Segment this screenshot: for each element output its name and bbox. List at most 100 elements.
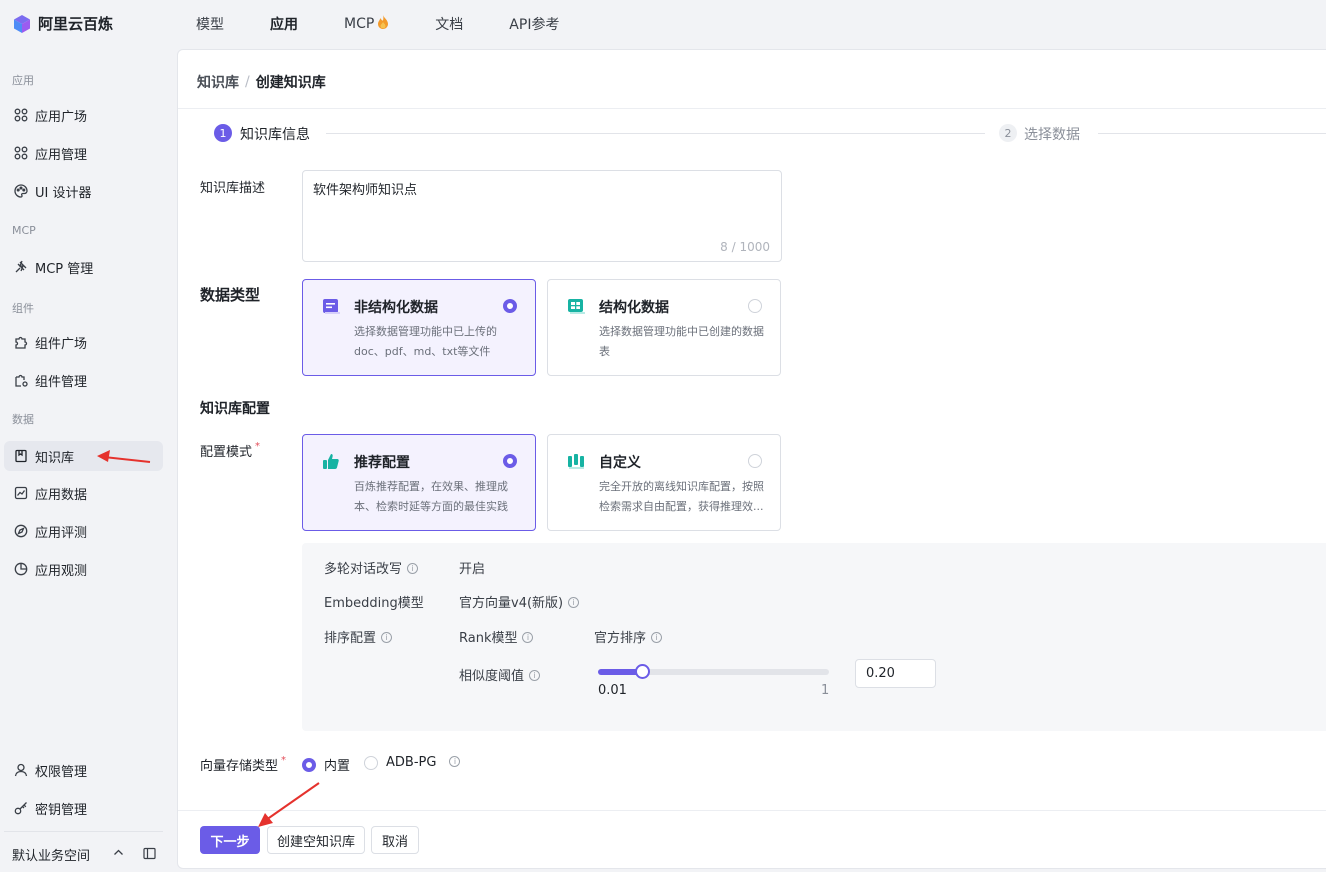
sidebar-item-comp-market[interactable]: 组件广场 — [4, 327, 163, 357]
nav-api[interactable]: API参考 — [509, 14, 559, 34]
data-type-unstructured-card[interactable]: 非结构化数据 选择数据管理功能中已上传的doc、pdf、md、txt等文件 — [302, 279, 536, 376]
bailian-logo-icon — [12, 14, 32, 34]
sidebar-collapse-icon[interactable] — [143, 847, 156, 864]
sidebar-item-label: 应用观测 — [35, 563, 88, 579]
embedding-label: Embedding模型 — [324, 596, 424, 611]
multi-turn-label-text: 多轮对话改写 — [324, 562, 403, 577]
step-indicator: 1 知识库信息 2 选择数据 — [214, 123, 1326, 143]
vector-store-label-text: 向量存储类型 — [200, 759, 279, 774]
similarity-input[interactable]: 0.20 — [855, 659, 936, 688]
breadcrumb-parent[interactable]: 知识库 — [197, 72, 239, 92]
config-mode-custom-card[interactable]: 自定义 完全开放的离线知识库配置，按照检索需求自由配置，获得推理效... — [547, 434, 781, 531]
slider-max-label: 1 — [821, 683, 830, 698]
info-icon[interactable]: i — [407, 563, 419, 574]
vector-store-adb-pg[interactable]: ADB-PG i — [364, 755, 461, 770]
multi-turn-label: 多轮对话改写 i — [324, 558, 419, 577]
sidebar-divider — [4, 831, 163, 832]
nav-app-label: 应用 — [270, 17, 298, 33]
nav-app[interactable]: 应用 — [270, 14, 298, 34]
multi-turn-value: 开启 — [459, 562, 486, 577]
sidebar-item-label: 应用管理 — [35, 147, 88, 163]
next-step-button[interactable]: 下一步 — [200, 826, 260, 854]
cancel-button[interactable]: 取消 — [371, 826, 419, 854]
step-connector-end — [1098, 133, 1326, 134]
card-title: 非结构化数据 — [354, 300, 438, 316]
vector-store-builtin[interactable]: 内置 — [302, 755, 350, 774]
radio-unselected[interactable] — [364, 755, 378, 770]
main-panel: 知识库 / 创建知识库 1 知识库信息 2 选择数据 知识库描述 软件架构师知识… — [177, 49, 1326, 869]
data-type-title: 数据类型 — [200, 286, 261, 304]
info-icon[interactable]: i — [449, 756, 461, 767]
top-bar: 阿里云百炼 模型 应用 MCP 文档 API参考 — [0, 0, 1326, 48]
config-details-panel: 多轮对话改写 i 开启 Embedding模型 官方向量v4(新版) i 排序配置 i… — [302, 543, 1326, 731]
info-icon[interactable]: i — [529, 670, 541, 681]
sidebar-item-label: 密钥管理 — [35, 802, 88, 818]
desc-textarea[interactable]: 软件架构师知识点 8 / 1000 — [302, 170, 782, 262]
embedding-value-text: 官方向量v4(新版) — [459, 596, 564, 611]
data-type-structured-card[interactable]: 结构化数据 选择数据管理功能中已创建的数据表 — [547, 279, 781, 376]
sidebar-item-app-market[interactable]: 应用广场 — [4, 100, 163, 130]
app-logo[interactable]: 阿里云百炼 — [12, 13, 113, 34]
palette-icon — [13, 184, 28, 199]
sidebar-item-app-manage[interactable]: 应用管理 — [4, 138, 163, 168]
top-nav: 模型 应用 MCP 文档 API参考 — [196, 0, 605, 48]
sidebar-item-label: 权限管理 — [35, 764, 88, 780]
info-icon[interactable]: i — [522, 632, 534, 643]
sidebar-item-label: 组件管理 — [35, 374, 88, 390]
equalizer-icon — [567, 452, 585, 470]
create-empty-kb-button[interactable]: 创建空知识库 — [267, 826, 365, 854]
info-icon[interactable]: i — [568, 597, 580, 608]
nav-mcp[interactable]: MCP — [344, 15, 389, 33]
radio-label: ADB-PG — [386, 755, 437, 770]
similarity-label-text: 相似度阈值 — [459, 669, 525, 684]
card-desc: 选择数据管理功能中已上传的doc、pdf、md、txt等文件 — [354, 325, 497, 358]
sidebar-item-label: 知识库 — [35, 450, 75, 466]
nav-api-label: API参考 — [509, 17, 560, 33]
info-icon[interactable]: i — [381, 632, 393, 643]
puzzle-icon — [13, 335, 28, 350]
nav-docs[interactable]: 文档 — [435, 14, 463, 34]
sidebar-item-app-observe[interactable]: 应用观测 — [4, 554, 163, 584]
sidebar-item-label: UI 设计器 — [35, 185, 92, 201]
radio-selected[interactable] — [302, 757, 316, 772]
vector-store-label: 向量存储类型 * — [200, 755, 286, 774]
book-icon — [13, 449, 28, 464]
sidebar-item-label: 应用评测 — [35, 525, 88, 541]
similarity-slider[interactable] — [598, 664, 829, 679]
required-mark: * — [255, 441, 261, 452]
info-icon[interactable]: i — [651, 632, 663, 643]
config-mode-recommended-card[interactable]: 推荐配置 百炼推荐配置，在效果、推理成本、检索时延等方面的最佳实践 — [302, 434, 536, 531]
rank-model-value: 官方排序 i — [594, 627, 663, 646]
line-chart-icon — [13, 486, 28, 501]
nav-docs-label: 文档 — [435, 17, 464, 33]
sidebar-item-app-eval[interactable]: 应用评测 — [4, 516, 163, 546]
sidebar-group-component: 组件 — [12, 302, 34, 315]
card-desc: 选择数据管理功能中已创建的数据表 — [599, 325, 764, 358]
sidebar-item-comp-manage[interactable]: 组件管理 — [4, 365, 163, 395]
sidebar-item-app-data[interactable]: 应用数据 — [4, 478, 163, 508]
sidebar-item-mcp-manage[interactable]: MCP 管理 — [4, 252, 163, 282]
radio-unselected[interactable] — [748, 454, 762, 468]
radio-unselected[interactable] — [748, 299, 762, 313]
step-2-number: 2 — [999, 124, 1017, 142]
workspace-switcher[interactable]: 默认业务空间 — [12, 844, 160, 864]
sidebar-item-label: 应用数据 — [35, 487, 88, 503]
workspace-name: 默认业务空间 — [12, 848, 91, 864]
step-connector — [326, 133, 985, 134]
sidebar-item-knowledge[interactable]: 知识库 — [4, 441, 163, 471]
radio-selected[interactable] — [503, 299, 517, 313]
radio-label: 内置 — [324, 759, 351, 774]
chevron-up-icon[interactable] — [113, 847, 124, 862]
radio-selected[interactable] — [503, 454, 517, 468]
embedding-value: 官方向量v4(新版) i — [459, 592, 580, 611]
sidebar-item-keys[interactable]: 密钥管理 — [4, 793, 163, 823]
sidebar-item-permission[interactable]: 权限管理 — [4, 755, 163, 785]
nav-model[interactable]: 模型 — [196, 14, 224, 34]
rank-label: 排序配置 i — [324, 627, 393, 646]
slider-thumb[interactable] — [635, 664, 650, 679]
desc-label: 知识库描述 — [200, 181, 266, 196]
card-title: 自定义 — [599, 455, 641, 471]
kb-config-title: 知识库配置 — [200, 401, 270, 417]
sidebar-item-ui-designer[interactable]: UI 设计器 — [4, 176, 163, 206]
app-name: 阿里云百炼 — [38, 15, 114, 33]
